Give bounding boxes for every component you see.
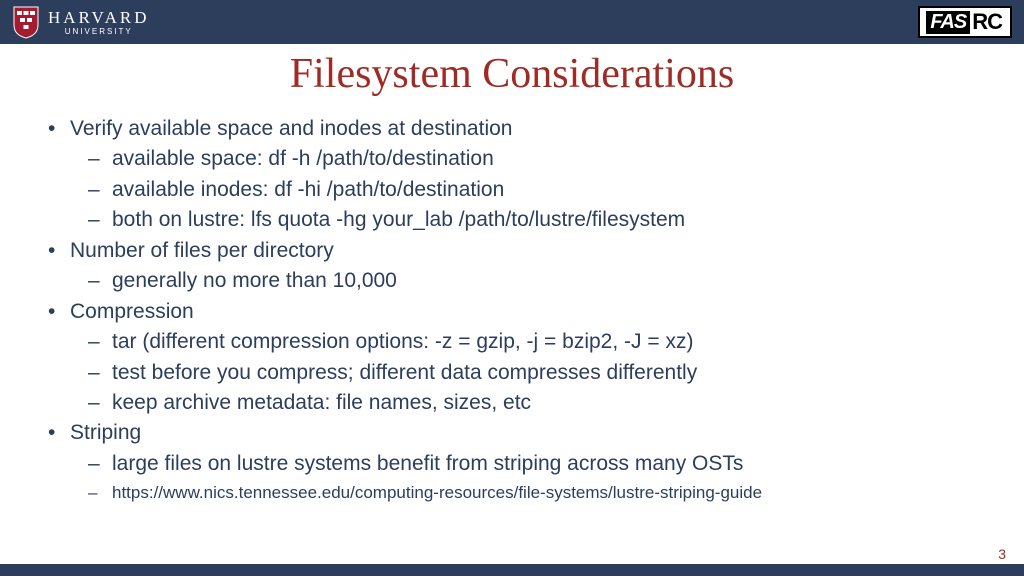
harvard-logo: HARVARD UNIVERSITY xyxy=(12,5,150,39)
slide-content: Verify available space and inodes at des… xyxy=(0,114,1024,506)
bullet-files: Number of files per directory generally … xyxy=(42,236,982,297)
sub-large-files: large files on lustre systems benefit fr… xyxy=(82,449,982,479)
sub-test: test before you compress; different data… xyxy=(82,358,982,388)
sub-10000: generally no more than 10,000 xyxy=(82,266,982,296)
bullet-compression: Compression tar (different compression o… xyxy=(42,297,982,419)
fasrc-fas-label: FAS xyxy=(926,11,970,34)
bullet-compression-text: Compression xyxy=(70,300,194,323)
page-number: 3 xyxy=(998,546,1006,562)
sub-space: available space: df -h /path/to/destinat… xyxy=(82,144,982,174)
header-bar: HARVARD UNIVERSITY FAS RC xyxy=(0,0,1024,44)
slide-title: Filesystem Considerations xyxy=(0,50,1024,98)
fasrc-logo: FAS RC xyxy=(918,6,1012,38)
footer-bar xyxy=(0,564,1024,576)
bullet-striping: Striping large files on lustre systems b… xyxy=(42,418,982,506)
bullet-striping-text: Striping xyxy=(70,421,141,444)
sub-tar: tar (different compression options: -z =… xyxy=(82,327,982,357)
bullet-files-text: Number of files per directory xyxy=(70,239,334,262)
sub-metadata: keep archive metadata: file names, sizes… xyxy=(82,388,982,418)
bullet-verify: Verify available space and inodes at des… xyxy=(42,114,982,236)
sub-inodes: available inodes: df -hi /path/to/destin… xyxy=(82,175,982,205)
harvard-shield-icon xyxy=(12,5,40,39)
sub-url: https://www.nics.tennessee.edu/computing… xyxy=(82,479,982,506)
harvard-text: HARVARD UNIVERSITY xyxy=(48,9,150,36)
fasrc-rc-label: RC xyxy=(970,9,1004,35)
bullet-verify-text: Verify available space and inodes at des… xyxy=(70,117,512,140)
harvard-main-label: HARVARD xyxy=(48,9,150,26)
sub-lustre: both on lustre: lfs quota -hg your_lab /… xyxy=(82,205,982,235)
harvard-sub-label: UNIVERSITY xyxy=(48,28,150,36)
